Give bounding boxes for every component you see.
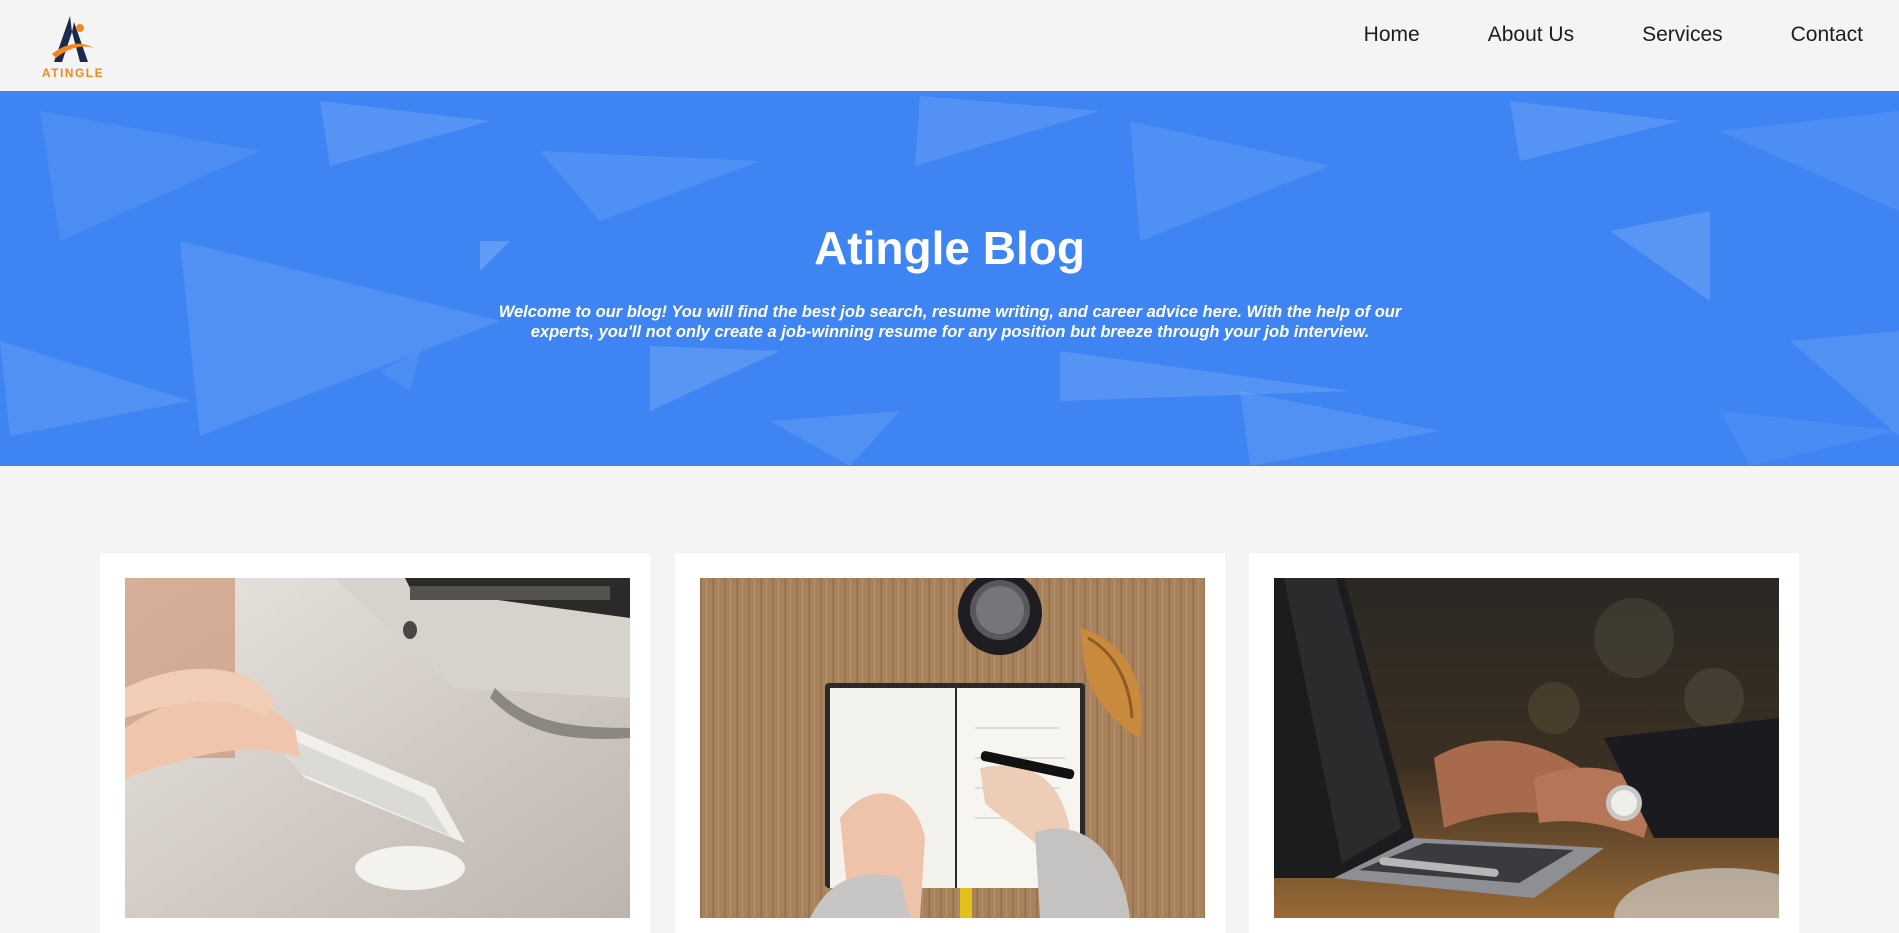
blog-card-image[interactable]	[700, 578, 1205, 918]
page-title: Atingle Blog	[814, 222, 1085, 274]
nav-home[interactable]: Home	[1364, 22, 1420, 48]
blog-card[interactable]	[100, 553, 650, 933]
nav-contact[interactable]: Contact	[1791, 22, 1863, 48]
nav-about-us[interactable]: About Us	[1488, 22, 1574, 48]
hands-typing-keyboard-photo	[125, 578, 630, 918]
logo-text: ATINGLE	[41, 66, 105, 80]
logo-icon	[52, 16, 94, 62]
hero-banner: Atingle Blog Welcome to our blog! You wi…	[0, 91, 1899, 466]
blog-card-image[interactable]	[1274, 578, 1779, 918]
site-header: ATINGLE Home About Us Services Contact	[0, 0, 1899, 91]
writing-notebook-coffee-photo	[700, 578, 1205, 918]
hero-subtitle: Welcome to our blog! You will find the b…	[498, 303, 1402, 341]
blog-card-image[interactable]	[125, 578, 630, 918]
brand-logo[interactable]: ATINGLE	[40, 14, 106, 82]
nav-services[interactable]: Services	[1642, 22, 1723, 48]
hands-typing-laptop-photo	[1274, 578, 1779, 918]
blog-card[interactable]	[675, 553, 1225, 933]
main-nav: Home About Us Services Contact	[1364, 22, 1863, 48]
hero-triangle-pattern	[0, 96, 1899, 466]
blog-card[interactable]	[1249, 553, 1799, 933]
